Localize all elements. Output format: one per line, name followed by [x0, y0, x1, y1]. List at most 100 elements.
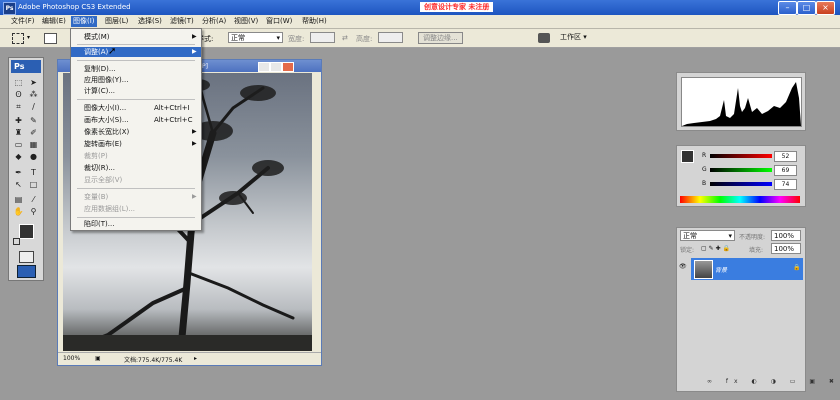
document-size: 文档:775.4K/775.4K	[124, 357, 183, 364]
dodge-tool-icon[interactable]: ●	[27, 151, 40, 162]
menu-filter[interactable]: 滤镜(T)	[168, 16, 196, 27]
history-brush-icon[interactable]: ✐	[27, 127, 40, 138]
menu-layer[interactable]: 图层(L)	[103, 16, 130, 27]
menu-file[interactable]: 文件(F)	[9, 16, 37, 27]
menu-item-label: 裁剪(P)	[84, 152, 108, 160]
menu-item-trim[interactable]: 裁切(R)...	[71, 163, 201, 173]
menu-analysis[interactable]: 分析(A)	[200, 16, 228, 27]
eyedropper-icon[interactable]: ⁄	[27, 194, 40, 205]
type-tool-icon[interactable]: T	[27, 167, 40, 178]
brush-tool-icon[interactable]: ✎	[27, 115, 40, 126]
fill-field[interactable]: 100%	[771, 243, 801, 254]
menu-item-reveal-all[interactable]: 显示全部(V)	[71, 175, 201, 185]
window-title: Adobe Photoshop CS3 Extended	[18, 3, 131, 11]
menu-item-image-size[interactable]: 图像大小(I)... Alt+Ctrl+I	[71, 103, 201, 113]
menu-item-crop[interactable]: 裁剪(P)	[71, 151, 201, 161]
menu-item-apply-image[interactable]: 应用图像(Y)...	[71, 75, 201, 85]
doc-minimize-button[interactable]	[258, 62, 270, 72]
eraser-tool-icon[interactable]: ▭	[12, 139, 25, 150]
file-browser-icon[interactable]	[538, 33, 550, 43]
menu-item-variables[interactable]: 变量(B) ▶	[71, 192, 201, 202]
visibility-eye-icon[interactable]: 👁	[679, 263, 687, 270]
status-arrow-icon[interactable]: ▸	[194, 355, 197, 362]
swap-icon[interactable]: ⇄	[342, 34, 348, 42]
style-select[interactable]: 正常 ▾	[228, 32, 283, 43]
histogram-panel	[676, 72, 806, 131]
status-icon[interactable]: ▣	[95, 355, 101, 362]
shape-tool-icon[interactable]: □	[27, 179, 40, 190]
menu-item-shortcut: Alt+Ctrl+I	[154, 104, 190, 112]
menu-image[interactable]: 图像(I)	[71, 16, 97, 27]
height-label: 高度:	[356, 35, 373, 43]
slice-tool-icon[interactable]: ∕	[27, 101, 40, 112]
marquee-tool-icon[interactable]	[12, 33, 24, 44]
zoom-tool-icon[interactable]: ⚲	[27, 206, 40, 217]
menu-item-trap[interactable]: 陷印(T)...	[71, 219, 201, 229]
menu-item-canvas-size[interactable]: 画布大小(S)... Alt+Ctrl+C	[71, 115, 201, 125]
r-slider[interactable]	[710, 154, 772, 158]
close-button[interactable]: ×	[816, 1, 835, 15]
menu-item-duplicate[interactable]: 复制(D)...	[71, 64, 201, 74]
menu-item-label: 应用图像(Y)...	[84, 76, 129, 84]
quick-mask-icon[interactable]	[19, 251, 34, 263]
opacity-field[interactable]: 100%	[771, 230, 801, 241]
gradient-tool-icon[interactable]: ▦	[27, 139, 40, 150]
height-field[interactable]	[378, 32, 403, 43]
blend-mode-select[interactable]: 正常 ▾	[680, 230, 735, 241]
new-selection-icon[interactable]	[44, 33, 57, 44]
menu-item-apply-data-set[interactable]: 应用数据组(L)...	[71, 204, 201, 214]
notes-tool-icon[interactable]: ▤	[12, 194, 25, 205]
healing-brush-icon[interactable]: ✚	[12, 115, 25, 126]
width-field[interactable]	[310, 32, 335, 43]
workspace-button[interactable]: 工作区 ▾	[556, 32, 591, 44]
hand-tool-icon[interactable]: ✋	[12, 206, 25, 217]
menu-window[interactable]: 窗口(W)	[264, 16, 294, 27]
b-value[interactable]: 74	[774, 179, 797, 190]
lock-icons[interactable]: ▢ ✎ ✚ 🔒	[701, 245, 730, 252]
layer-actions-icons[interactable]: ∞ fx ◐ ◑ ▭ ▣ ✖	[707, 378, 840, 385]
document-status-bar: 100% ▣ 文档:775.4K/775.4K ▸	[58, 352, 321, 365]
watermark-text: 创意设计专家 未注册	[420, 2, 494, 12]
g-slider[interactable]	[710, 168, 772, 172]
chevron-down-icon[interactable]: ▾	[27, 34, 30, 41]
color-foreground-swatch[interactable]	[681, 150, 694, 163]
pen-tool-icon[interactable]: ✒	[12, 167, 25, 178]
color-spectrum-bar[interactable]	[680, 196, 800, 203]
submenu-arrow-icon: ▶	[192, 140, 197, 147]
menu-item-rotate-canvas[interactable]: 旋转画布(E) ▶	[71, 139, 201, 149]
doc-maximize-button[interactable]	[270, 62, 282, 72]
r-value[interactable]: 52	[774, 151, 797, 162]
zoom-level[interactable]: 100%	[63, 355, 80, 362]
submenu-arrow-icon: ▶	[192, 48, 197, 55]
g-value[interactable]: 69	[774, 165, 797, 176]
foreground-color-swatch[interactable]	[19, 224, 34, 239]
menu-view[interactable]: 视图(V)	[232, 16, 260, 27]
menu-item-pixel-aspect[interactable]: 像素长宽比(X) ▶	[71, 127, 201, 137]
move-tool-icon[interactable]: ➤	[27, 77, 40, 88]
minimize-button[interactable]: –	[778, 1, 797, 15]
screen-mode-icon[interactable]	[17, 265, 36, 278]
layer-name[interactable]: 背景	[715, 265, 727, 274]
menu-item-calculations[interactable]: 计算(C)...	[71, 86, 201, 96]
title-bar: Ps Adobe Photoshop CS3 Extended 创意设计专家 未…	[0, 0, 840, 15]
lasso-tool-icon[interactable]: ʘ	[12, 89, 25, 100]
clone-stamp-icon[interactable]: ♜	[12, 127, 25, 138]
path-selection-icon[interactable]: ↖	[12, 179, 25, 190]
doc-close-button[interactable]	[282, 62, 294, 72]
toolbox: Ps ⬚ ➤ ʘ ⁂ ⌗ ∕ ✚ ✎ ♜ ✐ ▭ ▦ ◆ ● ✒ T ↖ □ ▤…	[8, 57, 44, 281]
default-colors-icon[interactable]	[13, 238, 20, 245]
menu-edit[interactable]: 编辑(E)	[40, 16, 68, 27]
submenu-arrow-icon: ▶	[192, 128, 197, 135]
blur-tool-icon[interactable]: ◆	[12, 151, 25, 162]
crop-tool-icon[interactable]: ⌗	[12, 101, 25, 112]
layer-row-background[interactable]: 背景 🔒	[691, 258, 803, 280]
refine-edge-button[interactable]: 调整边缘...	[418, 32, 463, 44]
marquee-tool-icon[interactable]: ⬚	[12, 77, 25, 88]
magic-wand-icon[interactable]: ⁂	[27, 89, 40, 100]
menu-item-mode[interactable]: 模式(M) ▶	[71, 32, 201, 42]
maximize-button[interactable]: □	[797, 1, 816, 15]
menu-item-adjustments[interactable]: 调整(A) ▶	[71, 47, 201, 57]
b-slider[interactable]	[710, 182, 772, 186]
menu-select[interactable]: 选择(S)	[136, 16, 164, 27]
menu-help[interactable]: 帮助(H)	[300, 16, 329, 27]
